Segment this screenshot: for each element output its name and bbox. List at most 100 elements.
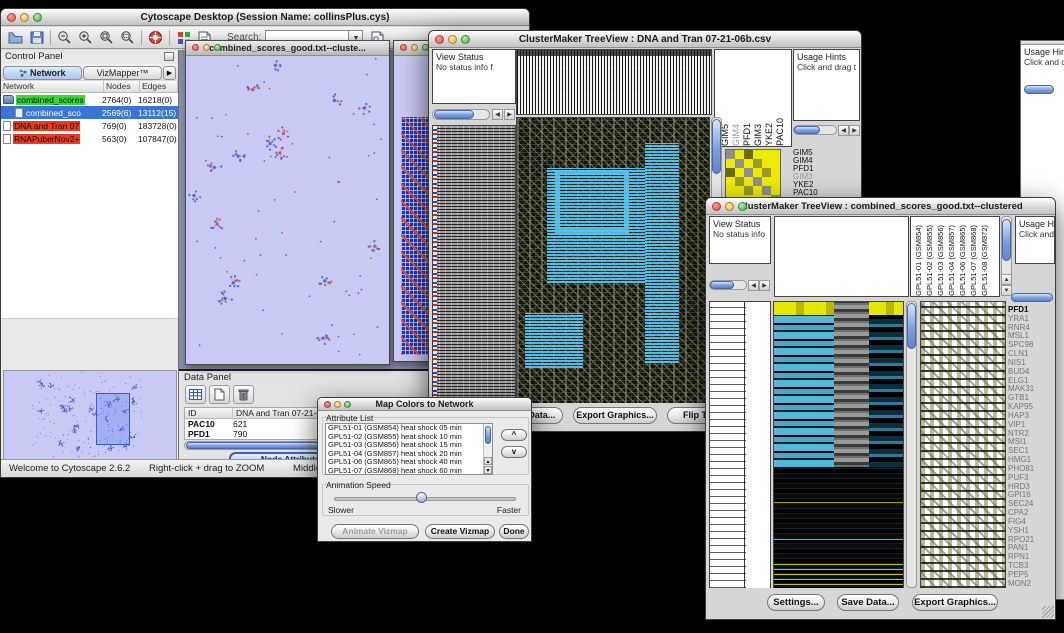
scroll-right-icon[interactable]: ▶ [849,125,860,136]
scroll-left-icon[interactable]: ◀ [838,125,849,136]
export-graphics-button[interactable]: Export Graphics... [573,407,657,424]
float-panel-icon[interactable] [164,52,174,61]
global-heatmap[interactable] [773,301,904,589]
move-down-button[interactable]: v [501,446,527,458]
resize-grip[interactable] [1042,606,1054,618]
scroll-right-icon[interactable]: ▶ [504,109,515,120]
slider-thumb[interactable] [416,492,427,503]
usage-hints-panel: Usage Hi Click and [1015,216,1055,264]
scroll-right-icon[interactable]: ▶ [759,280,770,291]
tab-vizmapper[interactable]: VizMapper™ [83,66,162,80]
matrix-cell [726,186,735,195]
row-dendrogram[interactable] [709,301,771,589]
global-heatmap[interactable] [516,117,710,406]
treeview-dna-titlebar[interactable]: ClusterMaker TreeView : DNA and Tran 07-… [429,31,861,48]
matrix-cell [735,186,744,195]
network-list-row[interactable]: DNA and Tran 07769(0)183728(0) [1,119,178,132]
matrix-cell [735,159,744,168]
network-list-row[interactable]: RNAPuberNov2+563(0)107847(0) [1,132,178,145]
network-view-titlebar[interactable]: combined_scores_good.txt--cluste... [186,41,389,56]
scrollbar-thumb[interactable] [434,110,474,119]
scrollbar-thumb[interactable] [712,119,721,174]
dendrogram-hscrollbar: ◀ ▶ [709,279,771,293]
scroll-down-icon[interactable]: ▼ [484,466,492,474]
matrix-cell [762,177,771,186]
scroll-left-icon[interactable]: ◀ [492,109,503,120]
yellow-scattered-rows [774,477,903,557]
zoom-window-icon[interactable] [214,44,221,51]
close-icon[interactable] [192,44,199,51]
main-window-titlebar[interactable]: Cytoscape Desktop (Session Name: collins… [1,9,529,26]
scrollbar-thumb[interactable] [1002,219,1011,261]
scrollbar-thumb[interactable] [485,426,491,444]
scroll-up-icon[interactable]: ▲ [1001,274,1012,285]
matrix-cell [771,186,780,195]
minimize-icon[interactable] [411,44,418,51]
zoom-fit-icon[interactable] [117,28,138,47]
tab-network[interactable]: Network [3,66,82,80]
save-data-button[interactable]: Save Data... [837,594,899,611]
column-dendrogram[interactable] [774,216,909,297]
scroll-up-icon[interactable]: ▲ [484,457,492,465]
minimize-icon[interactable] [20,13,29,22]
scroll-down-icon[interactable]: ▼ [1001,285,1012,296]
close-icon[interactable] [435,35,444,44]
scrollbar-thumb[interactable] [1024,85,1054,94]
close-icon[interactable] [712,202,721,211]
create-vizmap-button[interactable]: Create Vizmap [425,524,495,539]
column-dendrogram[interactable] [516,49,712,115]
matrix-cell [735,150,744,159]
treeview-combined-title: ClusterMaker TreeView : combined_scores_… [738,201,1022,212]
document-icon [3,134,11,144]
minimize-icon[interactable] [448,35,457,44]
window-controls [400,44,429,51]
tab-overflow-icon[interactable]: ▶ [163,66,176,80]
attribute-list-item[interactable]: GPL51-07 (GSM868) heat shock 60 min [326,467,492,475]
matrix-cell [753,177,762,186]
zoom-heatmap[interactable] [920,301,1006,589]
status-welcome: Welcome to Cytoscape 2.6.2 [9,463,130,474]
scrollbar-thumb[interactable] [907,303,916,349]
zoom-window-icon[interactable] [33,13,42,22]
open-icon[interactable] [5,28,26,47]
scrollbar-thumb[interactable] [710,281,734,289]
network-canvas[interactable] [186,57,389,364]
move-up-button[interactable]: ^ [501,429,527,441]
delete-attribute-icon[interactable] [233,385,254,404]
close-icon[interactable] [7,13,16,22]
close-icon[interactable] [400,44,407,51]
close-icon[interactable] [324,401,331,408]
minimize-icon[interactable] [334,401,341,408]
minimize-icon[interactable] [725,202,734,211]
matrix-cell [753,186,762,195]
overview-viewport-rect[interactable] [96,393,130,445]
network-list-row[interactable]: combined_sco2569(6)13112(15) [1,106,178,119]
scrollbar-thumb[interactable] [1011,293,1053,302]
network-overview-panel[interactable] [3,370,177,461]
zoom-window-icon[interactable] [344,401,351,408]
table-icon[interactable] [185,385,206,404]
zoom-out-icon[interactable] [54,28,75,47]
document-icon [15,108,23,118]
scrollbar-thumb[interactable] [794,126,820,134]
help-ring-icon[interactable] [145,28,166,47]
row-dendrogram[interactable] [432,125,516,406]
animate-vizmap-button[interactable]: Animate Vizmap [331,524,419,539]
new-attribute-icon[interactable] [209,385,230,404]
folder-icon [3,95,14,104]
export-graphics-button[interactable]: Export Graphics... [912,594,998,611]
scroll-left-icon[interactable]: ◀ [748,280,759,291]
dialog-titlebar[interactable]: Map Colors to Network [318,398,531,411]
minimize-icon[interactable] [203,44,210,51]
matrix-cell [735,177,744,186]
zoom-selected-icon[interactable] [96,28,117,47]
treeview-combined-titlebar[interactable]: ClusterMaker TreeView : combined_scores_… [706,198,1055,215]
zoom-in-icon[interactable] [75,28,96,47]
zoom-window-icon[interactable] [738,202,747,211]
done-button[interactable]: Done [499,524,529,539]
network-list-row[interactable]: combined_scores2764(0)16218(0) [1,93,178,106]
save-icon[interactable] [26,28,47,47]
zoom-window-icon[interactable] [461,35,470,44]
attribute-listbox[interactable]: GPL51-01 (GSM854) heat shock 05 minGPL51… [325,423,493,475]
settings-button[interactable]: Settings... [767,594,825,611]
